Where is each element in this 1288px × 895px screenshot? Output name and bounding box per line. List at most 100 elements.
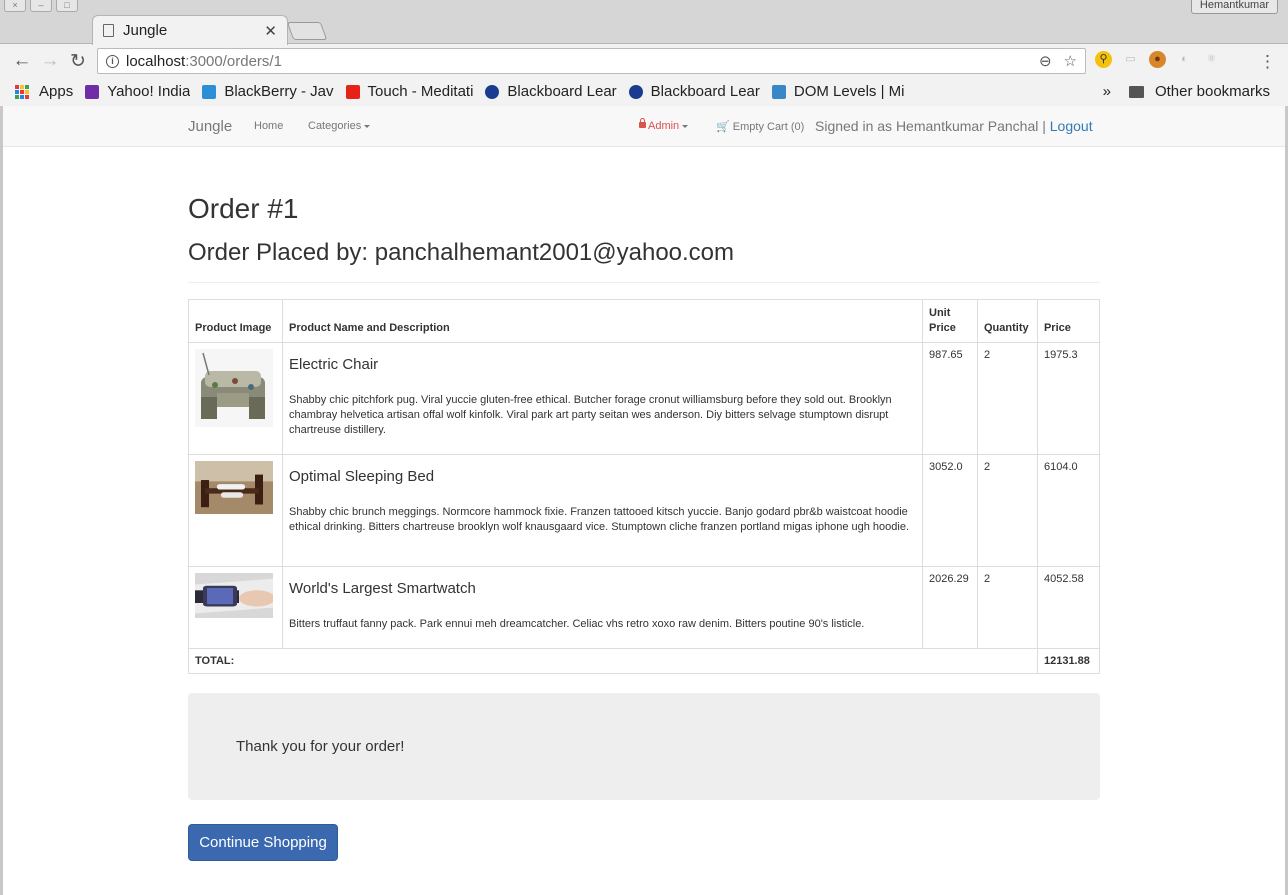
tab-title: Jungle xyxy=(123,22,168,39)
bookmark-blackboard-1[interactable]: Blackboard Lear xyxy=(485,83,617,100)
logout-link[interactable]: Logout xyxy=(1050,118,1093,134)
table-row: Optimal Sleeping Bed Shabby chic brunch … xyxy=(188,454,1101,567)
tab-jungle[interactable]: Jungle ✕ xyxy=(92,15,288,45)
reload-icon[interactable]: ↻ xyxy=(64,50,92,73)
bookmark-dom-levels[interactable]: DOM Levels | Mi xyxy=(771,83,905,100)
page-icon xyxy=(103,24,114,37)
line-price: 6104.0 xyxy=(1036,454,1101,567)
thank-you-message: Thank you for your order! xyxy=(236,738,405,755)
yahoo-icon xyxy=(85,84,100,99)
window-close-icon[interactable]: × xyxy=(4,0,26,12)
brand-link[interactable]: Jungle xyxy=(188,118,232,135)
signed-in-status: Signed in as Hemantkumar Panchal | Logou… xyxy=(815,118,1093,134)
nav-cart-label: Empty Cart (0) xyxy=(732,121,805,133)
product-info-cell: World's Largest Smartwatch Bitters truff… xyxy=(281,566,924,649)
signed-in-text: Signed in as Hemantkumar Panchal | xyxy=(815,118,1046,134)
bookmark-yahoo[interactable]: Yahoo! India xyxy=(85,83,190,100)
url-path: :3000/orders/1 xyxy=(185,52,282,70)
product-description: Bitters truffaut fanny pack. Park ennui … xyxy=(288,618,865,630)
info-icon[interactable]: i xyxy=(106,54,119,68)
table-row: World's Largest Smartwatch Bitters truff… xyxy=(188,566,1101,649)
new-tab-button[interactable] xyxy=(286,22,328,40)
product-image-cell xyxy=(188,454,283,567)
tab-strip: Jungle ✕ xyxy=(0,14,1288,45)
folder-icon xyxy=(1128,85,1144,98)
nav-home[interactable]: Home xyxy=(254,120,283,132)
bookmark-label: Blackboard Lear xyxy=(507,83,617,100)
bookmarks-bar: Apps Yahoo! India BlackBerry - Jav Touch… xyxy=(0,78,1288,105)
product-image-smartwatch xyxy=(195,573,273,618)
forward-arrow-icon[interactable]: → xyxy=(36,50,64,72)
quantity: 2 xyxy=(976,342,1038,455)
lock-icon xyxy=(639,118,646,128)
table-header-row: Product Image Product Name and Descripti… xyxy=(188,299,1101,343)
product-info-cell: Electric Chair Shabby chic pitchfork pug… xyxy=(281,342,924,455)
thank-you-panel: Thank you for your order! xyxy=(188,693,1100,800)
bookmark-label: Yahoo! India xyxy=(107,83,191,100)
window-titlebar: × – □ Hemantkumar xyxy=(0,0,1288,14)
bookmark-star-icon[interactable]: ☆ xyxy=(1064,52,1077,70)
bookmark-label: Touch - Meditati xyxy=(367,83,474,100)
product-image-sleeping-bed xyxy=(195,461,273,514)
bookmark-label: DOM Levels | Mi xyxy=(793,83,905,100)
site-navbar: Jungle Home Categories Admin 🛒 Empty Car… xyxy=(3,106,1285,147)
nav-admin[interactable]: Admin xyxy=(639,118,689,132)
product-description: Shabby chic brunch meggings. Normcore ha… xyxy=(288,506,909,533)
extension-moon-icon[interactable]: ◐ xyxy=(1176,51,1193,68)
extension-search-icon[interactable]: ⚲ xyxy=(1095,51,1112,68)
mdn-icon xyxy=(771,84,786,99)
nav-categories[interactable]: Categories xyxy=(308,120,371,132)
back-arrow-icon[interactable]: ← xyxy=(8,50,36,72)
product-name: Electric Chair xyxy=(288,356,379,373)
profile-button[interactable]: Hemantkumar xyxy=(1190,0,1278,14)
line-price: 4052.58 xyxy=(1036,566,1101,649)
header-quantity: Quantity xyxy=(976,299,1038,343)
bookmark-blackboard-2[interactable]: Blackboard Lear xyxy=(628,83,760,100)
divider xyxy=(188,282,1100,283)
continue-shopping-button[interactable]: Continue Shopping xyxy=(188,824,338,861)
other-bookmarks[interactable]: Other bookmarks xyxy=(1155,83,1270,100)
apps-grid-icon xyxy=(15,84,29,99)
unit-price: 3052.0 xyxy=(922,454,978,567)
product-image-cell xyxy=(188,342,283,455)
header-product-image: Product Image xyxy=(188,299,283,343)
product-info-cell: Optimal Sleeping Bed Shabby chic brunch … xyxy=(281,454,924,567)
total-value: 12131.88 xyxy=(1036,648,1101,674)
browser-menu-icon[interactable]: ⋮ xyxy=(1259,52,1276,72)
web-page: Jungle Home Categories Admin 🛒 Empty Car… xyxy=(0,106,1288,895)
page-title: Order #1 xyxy=(188,193,299,224)
caret-down-icon xyxy=(682,124,689,128)
window-maximize-icon[interactable]: □ xyxy=(56,0,78,12)
bookmark-apps[interactable]: Apps xyxy=(15,83,73,100)
bookmark-touch-meditation[interactable]: Touch - Meditati xyxy=(345,83,474,100)
blackberry-icon xyxy=(202,84,217,99)
tab-close-icon[interactable]: ✕ xyxy=(264,22,277,40)
order-table: Product Image Product Name and Descripti… xyxy=(188,299,1101,674)
zoom-icon[interactable]: ⊖ xyxy=(1039,52,1052,70)
quantity: 2 xyxy=(976,454,1038,567)
caret-down-icon xyxy=(364,124,371,128)
nav-cart[interactable]: 🛒 Empty Cart (0) xyxy=(716,120,804,133)
quantity: 2 xyxy=(976,566,1038,649)
order-placed-by: Order Placed by: panchalhemant2001@yahoo… xyxy=(188,239,735,266)
product-image-cell xyxy=(188,566,283,649)
bookmarks-overflow-icon[interactable]: » xyxy=(1103,83,1111,100)
browser-toolbar: ← → ↻ i localhost:3000/orders/1 ⊖ ☆ ⚲ ▭ … xyxy=(0,44,1288,78)
extension-react-icon[interactable]: ⚛ xyxy=(1203,51,1220,68)
extension-reader-icon[interactable]: ▭ xyxy=(1122,51,1139,68)
address-bar[interactable]: i localhost:3000/orders/1 ⊖ ☆ xyxy=(97,48,1086,74)
nav-categories-label: Categories xyxy=(308,120,362,132)
youtube-icon xyxy=(345,84,360,99)
bookmark-blackberry[interactable]: BlackBerry - Jav xyxy=(202,83,334,100)
line-price: 1975.3 xyxy=(1036,342,1101,455)
total-row: TOTAL: 12131.88 xyxy=(188,648,1101,674)
header-unit-price: Unit Price xyxy=(922,299,978,343)
browser-chrome: × – □ Hemantkumar Jungle ✕ ← → ↻ i local… xyxy=(0,0,1288,106)
blackboard-icon xyxy=(485,84,500,99)
blackboard-icon xyxy=(628,84,643,99)
extension-cookie-icon[interactable]: ● xyxy=(1149,51,1166,68)
product-image-electric-chair xyxy=(195,349,273,427)
window-minimize-icon[interactable]: – xyxy=(30,0,52,12)
nav-admin-label: Admin xyxy=(648,120,680,132)
unit-price: 987.65 xyxy=(922,342,978,455)
